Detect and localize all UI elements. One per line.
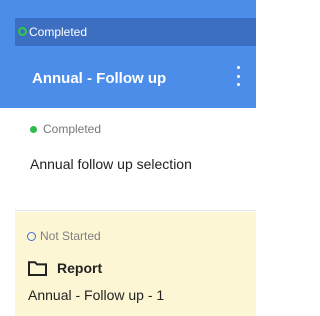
list-item-completed[interactable]: Completed Annual follow up selection xyxy=(15,108,256,211)
item-status: Not Started xyxy=(27,229,101,243)
item-type: Report xyxy=(28,260,102,276)
header-status-label: Completed xyxy=(29,25,88,39)
workflow-header[interactable]: Completed Annual - Follow up xyxy=(0,0,256,108)
item-status-label: Not Started xyxy=(40,229,101,243)
header-title: Annual - Follow up xyxy=(32,70,167,87)
item-title: Annual follow up selection xyxy=(30,156,192,172)
item-status: Completed xyxy=(30,122,101,136)
item-title: Annual - Follow up - 1 xyxy=(28,287,165,303)
folder-icon xyxy=(28,260,47,276)
status-ring-icon xyxy=(18,27,27,36)
header-status-bar: Completed xyxy=(15,18,256,46)
list-item-not-started[interactable]: Not Started Report Annual - Follow up - … xyxy=(15,212,256,316)
item-status-label: Completed xyxy=(43,122,102,136)
workflow-panel: Completed Annual - Follow up Completed A… xyxy=(0,0,256,316)
kebab-menu-icon[interactable] xyxy=(234,66,242,86)
item-type-label: Report xyxy=(57,260,103,276)
status-dot-icon xyxy=(30,125,37,133)
status-ring-icon xyxy=(27,231,36,241)
